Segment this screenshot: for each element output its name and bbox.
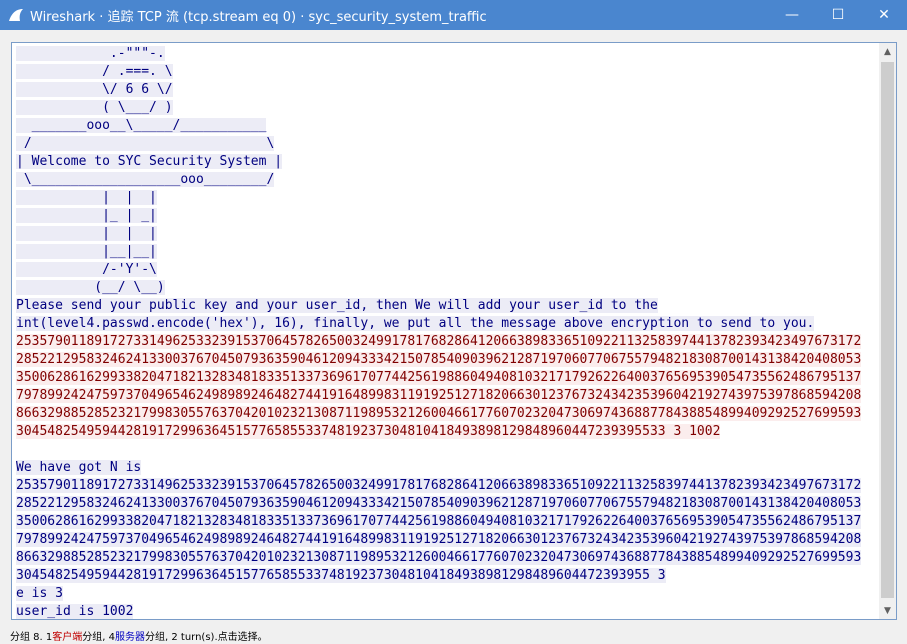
stream-line-text: / .===. \ [16,64,173,79]
stream-line-text: \___________________ooo________/ [16,172,275,187]
server-data-line[interactable]: 2852212958324624133003767045079363590461… [16,495,878,513]
server-data-line[interactable]: |_ | _| [16,207,878,225]
stream-line-text: 3045482549594428191729963645157765855337… [16,424,721,439]
stream-line-text: ( \___/ ) [16,100,173,115]
client-data-line[interactable]: 8663298852852321799830557637042010232130… [16,405,878,423]
client-data-line[interactable]: 7978992424759737049654624989892464827441… [16,387,878,405]
stream-line-text: _______ooo__\_____/___________ [16,118,267,133]
scrollbar-thumb[interactable] [881,62,894,598]
server-data-line[interactable]: .-"""-. [16,45,878,63]
stream-line-text: 2852212958324624133003767045079363590461… [16,352,862,367]
stream-line-text: int(level4.passwd.encode('hex'), 16), fi… [16,316,815,331]
close-button[interactable]: ✕ [861,0,907,30]
vertical-scrollbar[interactable]: ▲ ▼ [879,43,896,619]
server-data-line[interactable]: 2535790118917273314962533239153706457826… [16,477,878,495]
server-data-line[interactable]: |__|__| [16,243,878,261]
status-bar: 分组 8. 1 客户端 分组, 4 服务器 分组, 2 turn(s).点击选择… [0,626,907,644]
server-data-line[interactable]: /-'Y'-\ [16,261,878,279]
stream-line-text: /-'Y'-\ [16,262,157,277]
stream-line-text: | Welcome to SYC Security System | [16,154,283,169]
stream-line-text: |__|__| [16,244,157,259]
tcp-stream-text[interactable]: .-"""-. / .===. \ \/ 6 6 \/ ( \___/ ) __… [16,45,878,619]
window-title: Wireshark · 追踪 TCP 流 (tcp.stream eq 0) ·… [30,9,487,25]
server-data-line[interactable]: / .===. \ [16,63,878,81]
status-text-part1: 分组 8. 1 [10,631,53,643]
client-data-line[interactable]: 3045482549594428191729963645157765855337… [16,423,878,441]
stream-line-text: | | | [16,226,157,241]
stream-line-text: / \ [16,136,275,151]
server-data-line[interactable]: 7978992424759737049654624989892464827441… [16,531,878,549]
stream-line-text: 2852212958324624133003767045079363590461… [16,496,862,511]
server-data-line[interactable]: Please send your public key and your use… [16,297,878,315]
title-bar: Wireshark · 追踪 TCP 流 (tcp.stream eq 0) ·… [0,0,907,30]
stream-line-text: 2535790118917273314962533239153706457826… [16,334,862,349]
scroll-up-arrow-icon[interactable]: ▲ [879,43,896,60]
stream-line-text: \/ 6 6 \/ [16,82,173,97]
stream-line-text: Please send your public key and your use… [16,298,658,313]
stream-line-text: 7978992424759737049654624989892464827441… [16,532,862,547]
client-data-line[interactable]: 2852212958324624133003767045079363590461… [16,351,878,369]
stream-line-text: user_id is 1002 [16,604,134,619]
stream-line-text: .-"""-. [16,46,165,61]
server-data-line[interactable]: \/ 6 6 \/ [16,81,878,99]
stream-line-text: 3045482549594428191729963645157765855337… [16,568,666,583]
server-data-line[interactable]: e is 3 [16,585,878,603]
stream-line-text: 8663298852852321799830557637042010232130… [16,406,862,421]
server-data-line[interactable]: _______ooo__\_____/___________ [16,117,878,135]
stream-line-text: (__/ \__) [16,280,165,295]
server-data-line[interactable]: user_id is 1002 [16,603,878,619]
server-data-line[interactable]: ( \___/ ) [16,99,878,117]
server-data-line[interactable]: | | | [16,189,878,207]
status-text-part3: 分组, 2 turn(s).点击选择。 [145,631,268,643]
server-data-line[interactable]: 3045482549594428191729963645157765855337… [16,567,878,585]
wireshark-fin-icon [8,7,24,23]
stream-line-text: 3500628616299338204718213283481833513373… [16,370,862,385]
server-data-line[interactable]: 3500628616299338204718213283481833513373… [16,513,878,531]
server-data-line[interactable]: (__/ \__) [16,279,878,297]
server-data-line[interactable]: | | | [16,225,878,243]
server-data-line[interactable]: \___________________ooo________/ [16,171,878,189]
stream-line-text: e is 3 [16,586,63,601]
status-client-label[interactable]: 客户端 [52,628,82,643]
client-data-line[interactable]: 2535790118917273314962533239153706457826… [16,333,878,351]
server-data-line[interactable]: 8663298852852321799830557637042010232130… [16,549,878,567]
server-data-line[interactable] [16,441,878,459]
server-data-line[interactable]: / \ [16,135,878,153]
server-data-line[interactable]: int(level4.passwd.encode('hex'), 16), fi… [16,315,878,333]
status-server-label[interactable]: 服务器 [115,628,145,643]
stream-content-panel[interactable]: .-"""-. / .===. \ \/ 6 6 \/ ( \___/ ) __… [11,42,897,620]
window-controls: — ☐ ✕ [769,0,907,30]
status-text-part2: 分组, 4 [82,631,115,643]
stream-line-text: 8663298852852321799830557637042010232130… [16,550,862,565]
stream-line-text: 7978992424759737049654624989892464827441… [16,388,862,403]
server-data-line[interactable]: | Welcome to SYC Security System | [16,153,878,171]
server-data-line[interactable]: We have got N is [16,459,878,477]
minimize-button[interactable]: — [769,0,815,30]
stream-line-text: |_ | _| [16,208,157,223]
stream-line-text: | | | [16,190,157,205]
stream-line-text: 3500628616299338204718213283481833513373… [16,514,862,529]
stream-line-text: We have got N is [16,460,142,475]
stream-line-text: 2535790118917273314962533239153706457826… [16,478,862,493]
scroll-down-arrow-icon[interactable]: ▼ [879,602,896,619]
client-data-line[interactable]: 3500628616299338204718213283481833513373… [16,369,878,387]
maximize-button[interactable]: ☐ [815,0,861,30]
